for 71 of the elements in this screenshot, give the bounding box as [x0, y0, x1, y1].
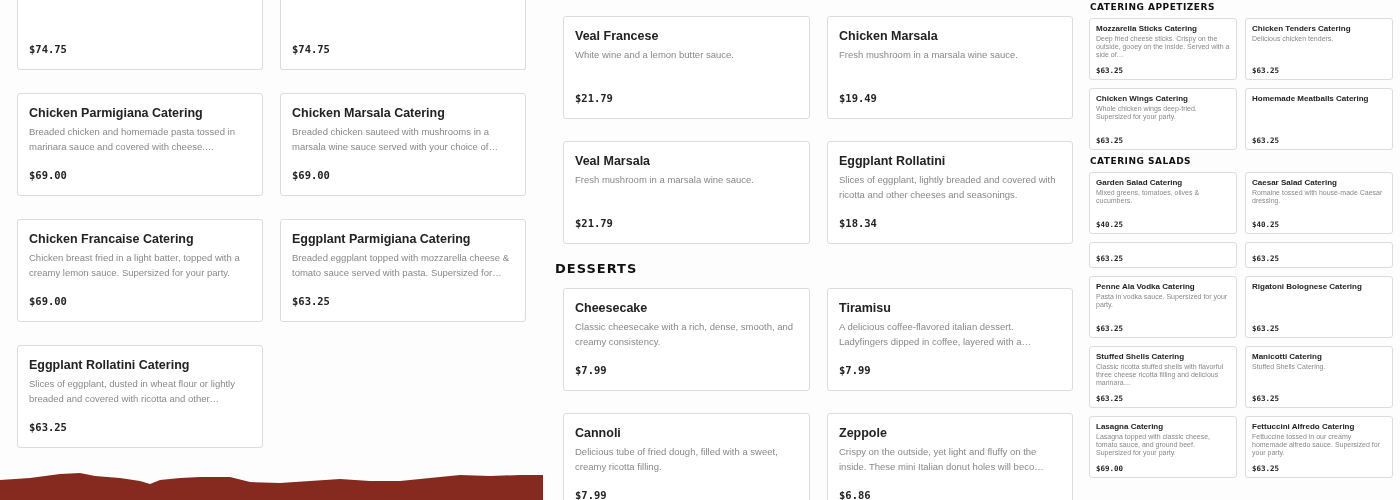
item-title: Eggplant Parmigiana Catering — [292, 232, 472, 247]
item-description: Breaded eggplant topped with mozzarella cheese & tomato sauce served with pasta. Supersized for… — [292, 251, 511, 280]
item-description: White wine and a lemon butter sauce. — [575, 48, 735, 62]
menu-item-card[interactable]: Eggplant Rollatini Slices of eggplant, lightly breaded and covered with ricotta and other cheeses and seasonings. $18.34 — [827, 141, 1073, 244]
item-title: Chicken Marsala Catering — [292, 106, 446, 121]
item-description: Slices of eggplant, lightly breaded and covered with ricotta and other cheeses and seasonings. — [839, 173, 1057, 202]
item-description: Classic cheesecake with a rich, dense, smooth, and creamy consistency. — [575, 320, 795, 349]
section-heading: CATERING SALADS — [1090, 156, 1193, 167]
item-title: Penne Ala Vodka Catering — [1096, 282, 1196, 292]
item-title: Chicken Marsala — [839, 29, 939, 44]
item-title: Cannoli — [575, 426, 622, 441]
item-description: Chicken breast fried in a light batter, topped with a creamy lemon sauce. Supersized for your party. — [29, 251, 241, 280]
item-description: A delicious coffee-flavored italian dessert. Ladyfingers dipped in coffee, layered with a… — [839, 320, 1033, 349]
item-title: Lasagna Catering — [1096, 422, 1165, 432]
item-price: $63.25 — [292, 295, 331, 307]
section-heading: CATERING APPETIZERS — [1090, 2, 1216, 13]
item-title: Cheesecake — [575, 301, 649, 316]
item-title: Homemade Meatballs Catering — [1252, 94, 1370, 104]
item-price: $69.00 — [29, 169, 68, 181]
item-title: Chicken Tenders Catering — [1252, 24, 1352, 34]
item-price: $7.99 — [575, 364, 608, 376]
menu-item-card[interactable]: Zeppole Crispy on the outside, yet light and fluffy on the inside. These mini Italian donut holes will beco… $6.86 — [827, 413, 1073, 500]
item-price: $21.79 — [575, 217, 614, 229]
item-price: $69.00 — [29, 295, 68, 307]
item-price: $74.75 — [29, 43, 68, 55]
item-price: $74.75 — [292, 43, 331, 55]
item-title: Rigatoni Bolognese Catering — [1252, 282, 1363, 292]
menu-item-card[interactable]: Veal Francese White wine and a lemon butter sauce. $21.79 — [563, 16, 810, 119]
item-price: $19.49 — [839, 92, 878, 104]
menu-item-card[interactable]: Cannoli Delicious tube of fried dough, filled with a sweet, creamy ricotta filling. $7.99 — [563, 413, 810, 500]
menu-item-card[interactable]: Tiramisu A delicious coffee-flavored italian dessert. Ladyfingers dipped in coffee, layered with a… $7.99 — [827, 288, 1073, 391]
item-title: Veal Francese — [575, 29, 660, 44]
item-description: Fresh mushroom in a marsala wine sauce. — [575, 173, 755, 187]
section-heading: DESSERTS — [555, 262, 639, 276]
item-title: Garden Salad Catering — [1096, 178, 1184, 188]
item-description: Fresh mushroom in a marsala wine sauce. — [839, 48, 1019, 62]
item-title: Caesar Salad Catering — [1252, 178, 1338, 188]
item-description: Delicious tube of fried dough, filled with a sweet, creamy ricotta filling. — [575, 445, 779, 474]
menu-item-card[interactable]: $74.75 — [17, 0, 263, 70]
menu-item-card[interactable]: Eggplant Rollatini Catering Slices of eggplant, dusted in wheat flour or lightly breaded and covered with ricotta and other… $63.25 — [17, 345, 263, 448]
menu-item-card[interactable]: Cheesecake Classic cheesecake with a rich, dense, smooth, and creamy consistency. $7.99 — [563, 288, 810, 391]
item-title: Fettuccini Alfredo Catering — [1252, 422, 1356, 432]
menu-item-card[interactable]: $74.75 — [280, 0, 526, 70]
item-price: $21.79 — [575, 92, 614, 104]
item-price: $6.86 — [839, 489, 872, 500]
item-title: Chicken Francaise Catering — [29, 232, 195, 247]
item-title: Tiramisu — [839, 301, 892, 316]
item-title: Veal Marsala — [575, 154, 652, 169]
item-title: Eggplant Rollatini — [839, 154, 947, 169]
menu-item-card[interactable]: Chicken Parmigiana Catering Breaded chicken and homemade pasta tossed in marinara sauce and covered with cheese.… $69.00 — [17, 93, 263, 196]
item-description: Slices of eggplant, dusted in wheat flour or lightly breaded and covered with ricotta and other… — [29, 377, 236, 406]
item-title: Stuffed Shells Catering — [1096, 352, 1185, 362]
menu-item-card[interactable]: Veal Marsala Fresh mushroom in a marsala wine sauce. $21.79 — [563, 141, 810, 244]
menu-item-card[interactable]: Chicken Francaise Catering Chicken breast fried in a light batter, topped with a creamy lemon sauce. Supersized for your party. $69.00 — [17, 219, 263, 322]
item-price: $69.00 — [292, 169, 331, 181]
item-title: Eggplant Rollatini Catering — [29, 358, 191, 373]
item-title: Zeppole — [839, 426, 888, 441]
menu-item-card[interactable]: Chicken Marsala Fresh mushroom in a marsala wine sauce. $19.49 — [827, 16, 1073, 119]
item-price: $7.99 — [839, 364, 872, 376]
item-title: Chicken Parmigiana Catering — [29, 106, 204, 121]
item-title: Mozzarella Sticks Catering — [1096, 24, 1198, 34]
menu-item-card[interactable]: Eggplant Parmigiana Catering Breaded eggplant topped with mozzarella cheese & tomato sauce served with pasta. Supersized for… $63.25 — [280, 219, 526, 322]
item-description: Breaded chicken and homemade pasta tossed in marinara sauce and covered with cheese.… — [29, 125, 236, 154]
item-price: $63.25 — [29, 421, 68, 433]
item-title: Chicken Wings Catering — [1096, 94, 1189, 104]
item-price: $18.34 — [839, 217, 878, 229]
item-title: Manicotti Catering — [1252, 352, 1323, 362]
menu-item-card[interactable]: Chicken Marsala Catering Breaded chicken sauteed with mushrooms in a marsala wine sauce served with your choice of… $69.00 — [280, 93, 526, 196]
item-price: $7.99 — [575, 489, 608, 500]
item-description: Breaded chicken sauteed with mushrooms in a marsala wine sauce served with your choice of… — [292, 125, 499, 154]
item-description: Crispy on the outside, yet light and fluffy on the inside. These mini Italian donut holes will beco… — [839, 445, 1045, 474]
